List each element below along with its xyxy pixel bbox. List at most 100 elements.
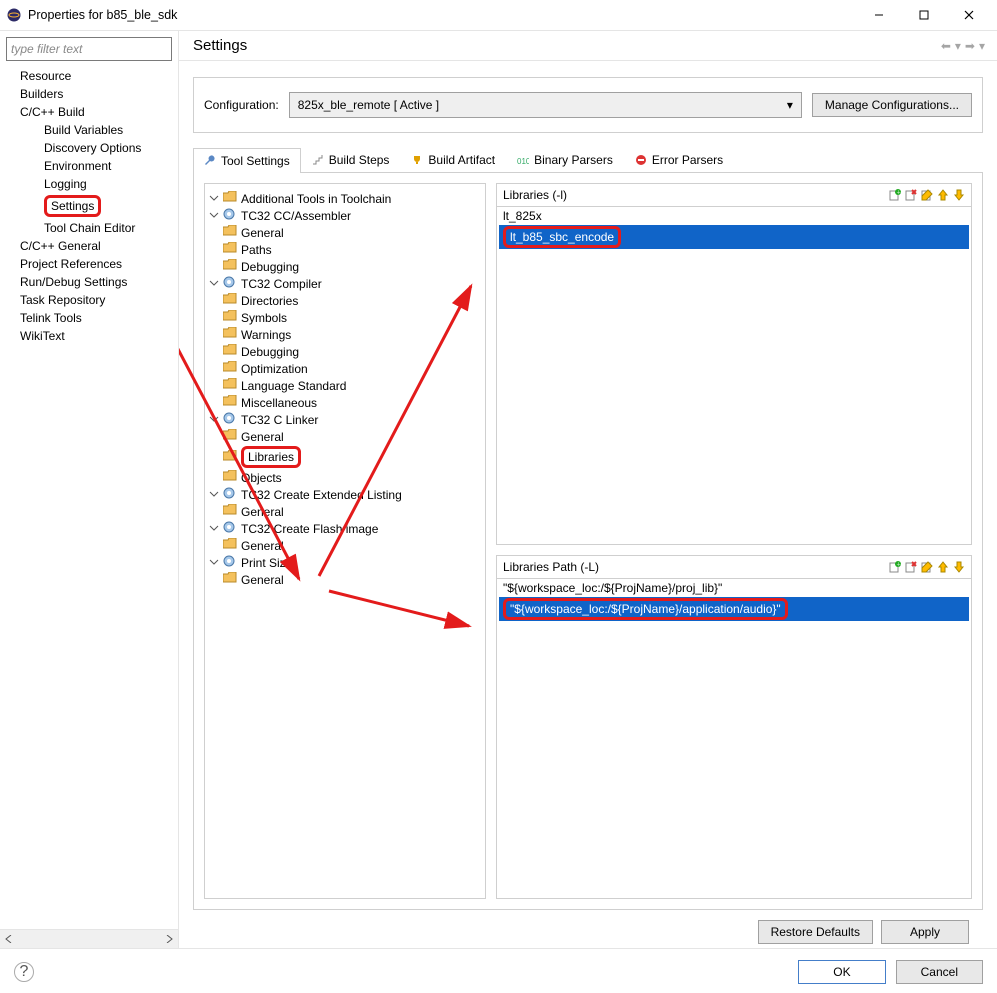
tool-tree-node[interactable]: General [209,571,481,588]
delete-icon[interactable] [905,561,917,573]
expand-icon[interactable] [209,192,219,206]
tool-tree-node[interactable]: Directories [209,292,481,309]
list-item[interactable]: "${workspace_loc:/${ProjName}/applicatio… [497,597,971,621]
delete-icon[interactable] [905,189,917,201]
property-tree[interactable]: Resource Builders C/C++ Build Build Vari… [0,67,178,929]
apply-button[interactable]: Apply [881,920,969,944]
move-up-icon[interactable] [937,189,949,201]
tool-tree-node[interactable]: Print Size [209,554,481,571]
back-menu-icon[interactable]: ▾ [955,39,961,53]
tab-tool-settings[interactable]: Tool Settings [193,148,301,173]
tool-tree-node[interactable]: TC32 CC/Assembler [209,207,481,224]
tool-tree-node[interactable]: Libraries [209,445,481,469]
tool-tree-node[interactable]: Paths [209,241,481,258]
sidebar-hscroll[interactable] [0,929,178,948]
libraries-title: Libraries (-l) [503,188,567,202]
scroll-right-icon[interactable] [160,931,178,947]
nav-task-repo[interactable]: Task Repository [4,291,178,309]
expand-icon[interactable] [209,488,219,502]
manage-configurations-button[interactable]: Manage Configurations... [812,93,972,117]
tool-tree-label: Miscellaneous [241,396,317,410]
tool-tree-label: Symbols [241,311,287,325]
back-icon[interactable]: ⬅ [941,39,951,53]
tab-build-artifact[interactable]: Build Artifact [400,147,506,172]
nav-discovery[interactable]: Discovery Options [4,139,178,157]
nav-wikitext[interactable]: WikiText [4,327,178,345]
nav-run-debug[interactable]: Run/Debug Settings [4,273,178,291]
add-icon[interactable]: ＋ [889,561,901,573]
tool-settings-tree[interactable]: Additional Tools in ToolchainTC32 CC/Ass… [204,183,486,899]
nav-ccpp-general[interactable]: C/C++ General [4,237,178,255]
tool-tree-node[interactable]: TC32 Create Flash image [209,520,481,537]
nav-builders[interactable]: Builders [4,85,178,103]
folder-icon [223,395,237,410]
tool-tree-label: Directories [241,294,298,308]
scroll-left-icon[interactable] [0,931,18,947]
gear-icon [223,521,237,536]
restore-defaults-button[interactable]: Restore Defaults [758,920,873,944]
tool-tree-node[interactable]: General [209,428,481,445]
tool-tree-node[interactable]: Symbols [209,309,481,326]
tool-tree-label: TC32 Create Extended Listing [241,488,402,502]
move-down-icon[interactable] [953,561,965,573]
nav-environment[interactable]: Environment [4,157,178,175]
edit-icon[interactable] [921,561,933,573]
fwd-icon[interactable]: ➡ [965,39,975,53]
tool-tree-label: Print Size [241,556,292,570]
tool-tree-label: Libraries [241,446,301,468]
tab-error-parsers[interactable]: Error Parsers [624,147,734,172]
close-button[interactable] [946,1,991,29]
list-item[interactable]: lt_b85_sbc_encode [497,225,971,249]
nav-resource[interactable]: Resource [4,67,178,85]
minimize-button[interactable] [856,1,901,29]
add-icon[interactable]: ＋ [889,189,901,201]
tool-tree-node[interactable]: Warnings [209,326,481,343]
nav-build-variables[interactable]: Build Variables [4,121,178,139]
move-down-icon[interactable] [953,189,965,201]
tool-tree-node[interactable]: TC32 Compiler [209,275,481,292]
expand-icon[interactable] [209,556,219,570]
list-item[interactable]: "${workspace_loc:/${ProjName}/proj_lib}" [497,579,971,597]
nav-logging[interactable]: Logging [4,175,178,193]
gear-icon [223,276,237,291]
tool-tree-node[interactable]: TC32 C Linker [209,411,481,428]
tool-tree-node[interactable]: General [209,503,481,520]
tab-build-steps[interactable]: Build Steps [301,147,401,172]
maximize-button[interactable] [901,1,946,29]
tab-binary-parsers[interactable]: 010 Binary Parsers [506,147,624,172]
folder-icon [223,538,237,553]
tool-tree-node[interactable]: General [209,224,481,241]
nav-settings[interactable]: Settings [4,193,178,219]
tool-tree-node[interactable]: TC32 Create Extended Listing [209,486,481,503]
dialog-footer: ? OK Cancel [0,948,997,993]
list-item[interactable]: lt_825x [497,207,971,225]
expand-icon[interactable] [209,413,219,427]
tool-tree-label: Debugging [241,260,299,274]
library-paths-list[interactable]: "${workspace_loc:/${ProjName}/proj_lib}"… [497,578,971,898]
eclipse-icon [6,7,22,23]
tool-tree-node[interactable]: Debugging [209,343,481,360]
expand-icon[interactable] [209,209,219,223]
nav-proj-refs[interactable]: Project References [4,255,178,273]
tool-tree-node[interactable]: Language Standard [209,377,481,394]
nav-ccpp-build[interactable]: C/C++ Build [4,103,178,121]
tool-tree-node[interactable]: Objects [209,469,481,486]
tool-tree-node[interactable]: General [209,537,481,554]
edit-icon[interactable] [921,189,933,201]
expand-icon[interactable] [209,522,219,536]
fwd-menu-icon[interactable]: ▾ [979,39,985,53]
expand-icon[interactable] [209,277,219,291]
tool-tree-node[interactable]: Debugging [209,258,481,275]
nav-telink-tools[interactable]: Telink Tools [4,309,178,327]
tool-tree-node[interactable]: Optimization [209,360,481,377]
move-up-icon[interactable] [937,561,949,573]
filter-input[interactable]: type filter text [6,37,172,61]
tool-tree-node[interactable]: Additional Tools in Toolchain [209,190,481,207]
cancel-button[interactable]: Cancel [896,960,983,984]
libraries-list[interactable]: lt_825x lt_b85_sbc_encode [497,206,971,544]
configuration-select[interactable]: 825x_ble_remote [ Active ] ▾ [289,92,802,118]
tool-tree-node[interactable]: Miscellaneous [209,394,481,411]
nav-toolchain-editor[interactable]: Tool Chain Editor [4,219,178,237]
help-icon[interactable]: ? [14,962,34,982]
ok-button[interactable]: OK [798,960,885,984]
